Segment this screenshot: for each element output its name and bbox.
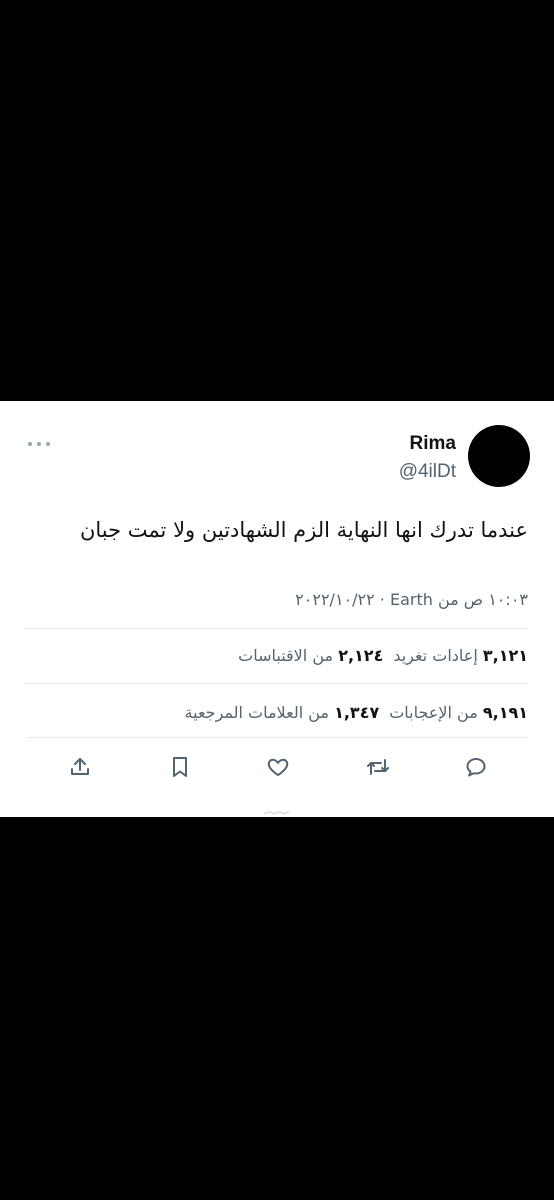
stats-row-likes: ٩,١٩١ من الإعجابات ١,٣٤٧ من العلامات المر…	[185, 702, 528, 724]
divider	[26, 737, 528, 738]
bookmark-icon[interactable]	[166, 753, 194, 781]
more-options-icon[interactable]	[28, 437, 50, 451]
quotes-stat[interactable]: ٢,١٢٤ من الاقتباسات	[238, 646, 383, 665]
share-icon[interactable]	[66, 753, 94, 781]
more-dot	[37, 442, 41, 446]
display-name[interactable]: Rima	[410, 432, 456, 456]
retweets-stat[interactable]: ٣,١٢١ إعادات تغريد	[393, 646, 528, 665]
faint-scroll-indicator	[263, 811, 290, 816]
avatar[interactable]	[468, 425, 530, 487]
likes-label: من الإعجابات	[389, 703, 478, 722]
divider	[26, 628, 528, 629]
tweet-timestamp-source[interactable]: ١٠:٠٣ ص من Earth · ٢٠٢٢/١٠/٢٢	[295, 589, 528, 611]
reply-icon[interactable]	[462, 753, 490, 781]
like-icon[interactable]	[264, 753, 292, 781]
screenshot-screen: Rima @4ilDt عندما تدرك انها النهاية الزم…	[0, 0, 554, 1200]
more-dot	[46, 442, 50, 446]
bookmarks-label: من العلامات المرجعية	[184, 703, 329, 722]
bookmarks-stat[interactable]: ١,٣٤٧ من العلامات المرجعية	[185, 703, 380, 722]
retweets-count: ٣,١٢١	[482, 646, 528, 665]
bookmarks-count: ١,٣٤٧	[334, 703, 380, 722]
likes-stat[interactable]: ٩,١٩١ من الإعجابات	[389, 703, 528, 722]
divider	[26, 683, 528, 684]
more-dot	[28, 442, 32, 446]
retweet-icon[interactable]	[364, 753, 392, 781]
likes-count: ٩,١٩١	[482, 703, 528, 722]
retweets-label: إعادات تغريد	[393, 646, 478, 665]
quotes-label: من الاقتباسات	[238, 646, 334, 665]
user-handle[interactable]: @4ilDt	[399, 460, 456, 484]
stats-row-retweets: ٣,١٢١ إعادات تغريد ٢,١٢٤ من الاقتباسات	[238, 645, 528, 667]
quotes-count: ٢,١٢٤	[338, 646, 384, 665]
tweet-actions-bar	[66, 753, 490, 781]
tweet-text: عندما تدرك انها النهاية الزم الشهادتين و…	[79, 518, 528, 542]
